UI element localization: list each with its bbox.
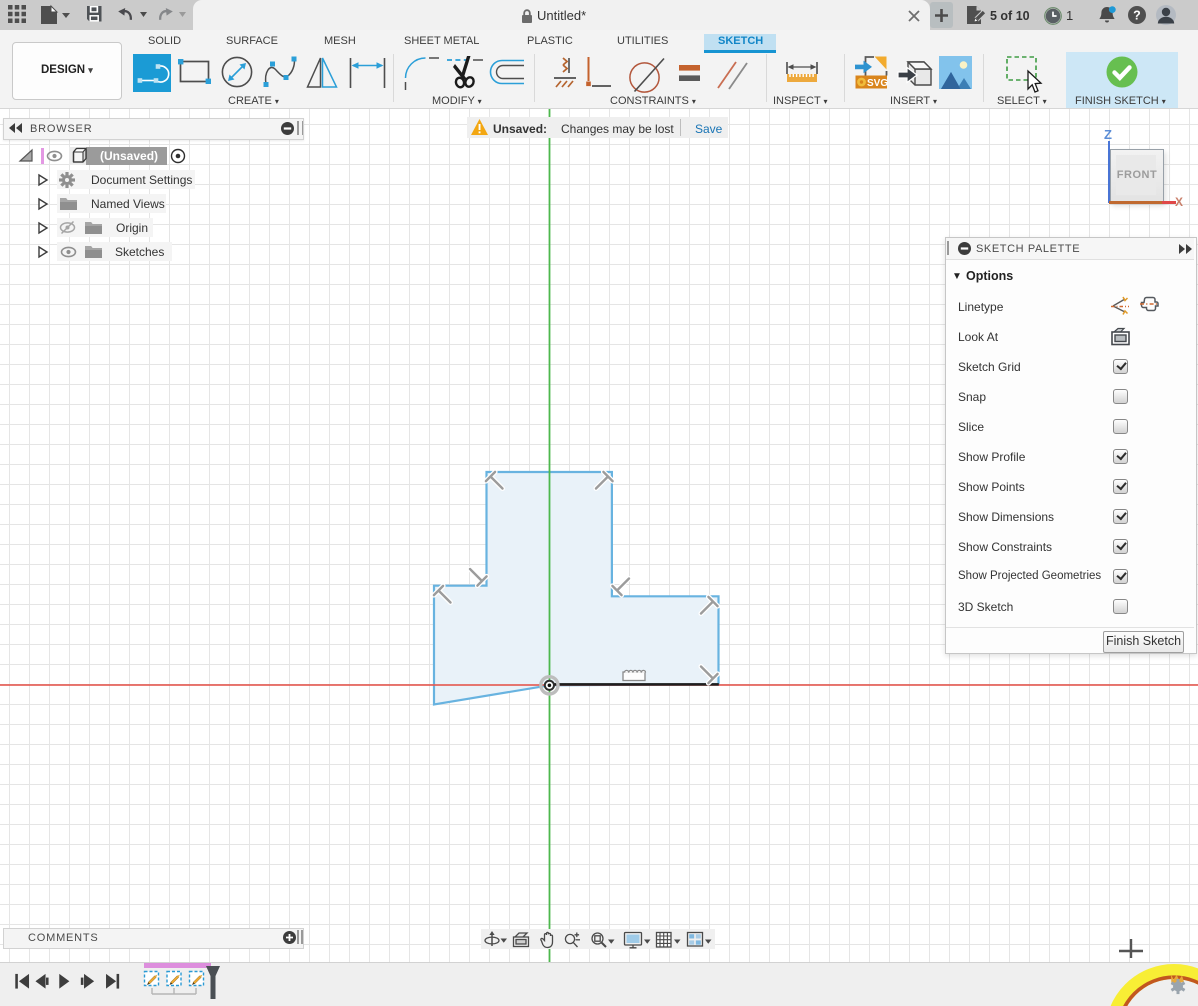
svg-text:SVG: SVG: [867, 78, 888, 89]
svg-text:?: ?: [1133, 8, 1141, 22]
